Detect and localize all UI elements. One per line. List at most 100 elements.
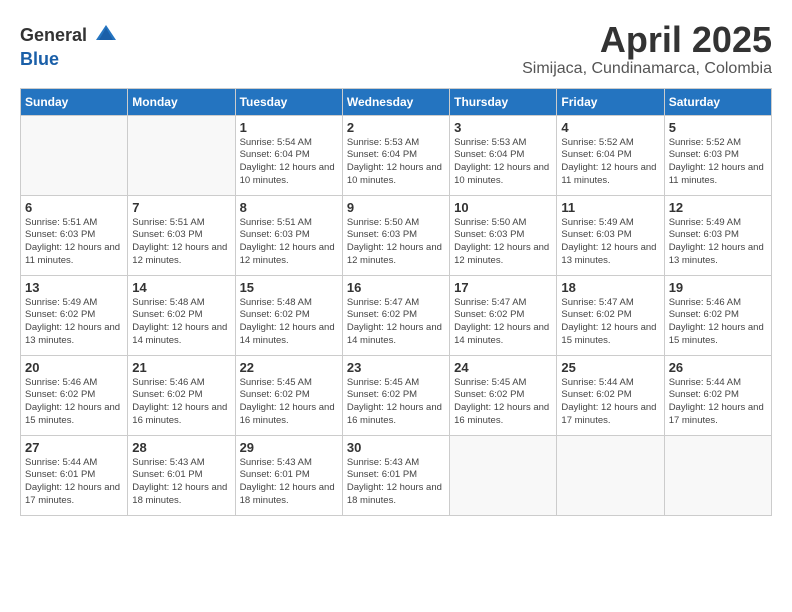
day-number: 30 bbox=[347, 440, 445, 455]
day-number: 22 bbox=[240, 360, 338, 375]
table-row: 18 Sunrise: 5:47 AMSunset: 6:02 PMDayligh… bbox=[557, 275, 664, 355]
day-number: 27 bbox=[25, 440, 123, 455]
table-row: 28 Sunrise: 5:43 AMSunset: 6:01 PMDayligh… bbox=[128, 435, 235, 515]
table-row: 4Sunrise: 5:52 AMSunset: 6:04 PMDaylight… bbox=[557, 115, 664, 195]
page-wrapper: General Blue April 2025 Simijaca, Cundin… bbox=[20, 20, 772, 516]
table-row: 15 Sunrise: 5:48 AMSunset: 6:02 PMDayligh… bbox=[235, 275, 342, 355]
table-row: 9 Sunrise: 5:50 AMSunset: 6:03 PMDaylight… bbox=[342, 195, 449, 275]
table-row: 6 Sunrise: 5:51 AMSunset: 6:03 PMDaylight… bbox=[21, 195, 128, 275]
header-saturday: Saturday bbox=[664, 88, 771, 115]
table-row: 16 Sunrise: 5:47 AMSunset: 6:02 PMDayligh… bbox=[342, 275, 449, 355]
table-row: 20Sunrise: 5:46 AMSunset: 6:02 PMDayligh… bbox=[21, 355, 128, 435]
table-row: 26Sunrise: 5:44 AMSunset: 6:02 PMDayligh… bbox=[664, 355, 771, 435]
day-info: Sunrise: 5:52 AMSunset: 6:03 PMDaylight:… bbox=[669, 137, 767, 188]
day-number: 2 bbox=[347, 120, 445, 135]
table-row: 14 Sunrise: 5:48 AMSunset: 6:02 PMDayligh… bbox=[128, 275, 235, 355]
table-row: 17 Sunrise: 5:47 AMSunset: 6:02 PMDayligh… bbox=[450, 275, 557, 355]
day-number: 13 bbox=[25, 280, 123, 295]
header-thursday: Thursday bbox=[450, 88, 557, 115]
table-row: 24 Sunrise: 5:45 AMSunset: 6:02 PMDayligh… bbox=[450, 355, 557, 435]
day-number: 8 bbox=[240, 200, 338, 215]
day-info: Sunrise: 5:51 AMSunset: 6:03 PMDaylight:… bbox=[240, 217, 338, 268]
table-row: 30Sunrise: 5:43 AMSunset: 6:01 PMDayligh… bbox=[342, 435, 449, 515]
day-number: 19 bbox=[669, 280, 767, 295]
title-area: April 2025 Simijaca, Cundinamarca, Colom… bbox=[522, 20, 772, 78]
day-info: Sunrise: 5:49 AMSunset: 6:03 PMDaylight:… bbox=[561, 217, 659, 268]
logo-top: General bbox=[20, 20, 121, 50]
day-info: Sunrise: 5:51 AMSunset: 6:03 PMDaylight:… bbox=[25, 217, 123, 268]
table-row: 11Sunrise: 5:49 AMSunset: 6:03 PMDayligh… bbox=[557, 195, 664, 275]
calendar-week-row: 13 Sunrise: 5:49 AMSunset: 6:02 PMDayligh… bbox=[21, 275, 772, 355]
day-number: 18 bbox=[561, 280, 659, 295]
day-info: Sunrise: 5:47 AMSunset: 6:02 PMDaylight:… bbox=[347, 297, 445, 348]
table-row bbox=[128, 115, 235, 195]
logo-general: General bbox=[20, 26, 87, 44]
day-number: 6 bbox=[25, 200, 123, 215]
day-info: Sunrise: 5:49 AMSunset: 6:02 PMDaylight:… bbox=[25, 297, 123, 348]
day-info: Sunrise: 5:43 AMSunset: 6:01 PMDaylight:… bbox=[240, 457, 338, 508]
calendar-week-row: 20Sunrise: 5:46 AMSunset: 6:02 PMDayligh… bbox=[21, 355, 772, 435]
day-number: 24 bbox=[454, 360, 552, 375]
day-info: Sunrise: 5:50 AMSunset: 6:03 PMDaylight:… bbox=[347, 217, 445, 268]
logo: General Blue bbox=[20, 20, 121, 70]
table-row: 7 Sunrise: 5:51 AMSunset: 6:03 PMDaylight… bbox=[128, 195, 235, 275]
day-info: Sunrise: 5:45 AMSunset: 6:02 PMDaylight:… bbox=[454, 377, 552, 428]
calendar-table: Sunday Monday Tuesday Wednesday Thursday… bbox=[20, 88, 772, 516]
header-sunday: Sunday bbox=[21, 88, 128, 115]
day-number: 9 bbox=[347, 200, 445, 215]
day-info: Sunrise: 5:43 AMSunset: 6:01 PMDaylight:… bbox=[132, 457, 230, 508]
table-row: 8 Sunrise: 5:51 AMSunset: 6:03 PMDaylight… bbox=[235, 195, 342, 275]
day-number: 16 bbox=[347, 280, 445, 295]
day-info: Sunrise: 5:46 AMSunset: 6:02 PMDaylight:… bbox=[25, 377, 123, 428]
weekday-header-row: Sunday Monday Tuesday Wednesday Thursday… bbox=[21, 88, 772, 115]
header-monday: Monday bbox=[128, 88, 235, 115]
day-info: Sunrise: 5:49 AMSunset: 6:03 PMDaylight:… bbox=[669, 217, 767, 268]
table-row: 1Sunrise: 5:54 AMSunset: 6:04 PMDaylight… bbox=[235, 115, 342, 195]
location-title: Simijaca, Cundinamarca, Colombia bbox=[522, 60, 772, 78]
table-row: 10Sunrise: 5:50 AMSunset: 6:03 PMDayligh… bbox=[450, 195, 557, 275]
logo-icon bbox=[91, 20, 121, 50]
day-info: Sunrise: 5:45 AMSunset: 6:02 PMDaylight:… bbox=[240, 377, 338, 428]
table-row: 3Sunrise: 5:53 AMSunset: 6:04 PMDaylight… bbox=[450, 115, 557, 195]
day-number: 25 bbox=[561, 360, 659, 375]
day-number: 15 bbox=[240, 280, 338, 295]
table-row bbox=[21, 115, 128, 195]
day-number: 28 bbox=[132, 440, 230, 455]
day-info: Sunrise: 5:48 AMSunset: 6:02 PMDaylight:… bbox=[132, 297, 230, 348]
day-info: Sunrise: 5:46 AMSunset: 6:02 PMDaylight:… bbox=[669, 297, 767, 348]
day-info: Sunrise: 5:48 AMSunset: 6:02 PMDaylight:… bbox=[240, 297, 338, 348]
header-tuesday: Tuesday bbox=[235, 88, 342, 115]
day-info: Sunrise: 5:45 AMSunset: 6:02 PMDaylight:… bbox=[347, 377, 445, 428]
logo-blue-text: Blue bbox=[20, 50, 59, 70]
table-row: 13 Sunrise: 5:49 AMSunset: 6:02 PMDayligh… bbox=[21, 275, 128, 355]
day-info: Sunrise: 5:54 AMSunset: 6:04 PMDaylight:… bbox=[240, 137, 338, 188]
calendar-week-row: 27 Sunrise: 5:44 AMSunset: 6:01 PMDayligh… bbox=[21, 435, 772, 515]
day-info: Sunrise: 5:53 AMSunset: 6:04 PMDaylight:… bbox=[454, 137, 552, 188]
table-row: 19 Sunrise: 5:46 AMSunset: 6:02 PMDayligh… bbox=[664, 275, 771, 355]
day-info: Sunrise: 5:47 AMSunset: 6:02 PMDaylight:… bbox=[561, 297, 659, 348]
table-row bbox=[557, 435, 664, 515]
logo-blue: Blue bbox=[20, 49, 59, 69]
table-row bbox=[450, 435, 557, 515]
day-info: Sunrise: 5:51 AMSunset: 6:03 PMDaylight:… bbox=[132, 217, 230, 268]
day-number: 7 bbox=[132, 200, 230, 215]
day-number: 29 bbox=[240, 440, 338, 455]
table-row bbox=[664, 435, 771, 515]
calendar-week-row: 6 Sunrise: 5:51 AMSunset: 6:03 PMDaylight… bbox=[21, 195, 772, 275]
day-info: Sunrise: 5:44 AMSunset: 6:01 PMDaylight:… bbox=[25, 457, 123, 508]
day-number: 14 bbox=[132, 280, 230, 295]
day-number: 17 bbox=[454, 280, 552, 295]
header: General Blue April 2025 Simijaca, Cundin… bbox=[20, 20, 772, 78]
table-row: 27 Sunrise: 5:44 AMSunset: 6:01 PMDayligh… bbox=[21, 435, 128, 515]
table-row: 12 Sunrise: 5:49 AMSunset: 6:03 PMDayligh… bbox=[664, 195, 771, 275]
day-number: 5 bbox=[669, 120, 767, 135]
header-friday: Friday bbox=[557, 88, 664, 115]
day-number: 21 bbox=[132, 360, 230, 375]
table-row: 21Sunrise: 5:46 AMSunset: 6:02 PMDayligh… bbox=[128, 355, 235, 435]
day-info: Sunrise: 5:47 AMSunset: 6:02 PMDaylight:… bbox=[454, 297, 552, 348]
calendar-week-row: 1Sunrise: 5:54 AMSunset: 6:04 PMDaylight… bbox=[21, 115, 772, 195]
day-info: Sunrise: 5:44 AMSunset: 6:02 PMDaylight:… bbox=[561, 377, 659, 428]
table-row: 23 Sunrise: 5:45 AMSunset: 6:02 PMDayligh… bbox=[342, 355, 449, 435]
day-number: 23 bbox=[347, 360, 445, 375]
day-number: 12 bbox=[669, 200, 767, 215]
